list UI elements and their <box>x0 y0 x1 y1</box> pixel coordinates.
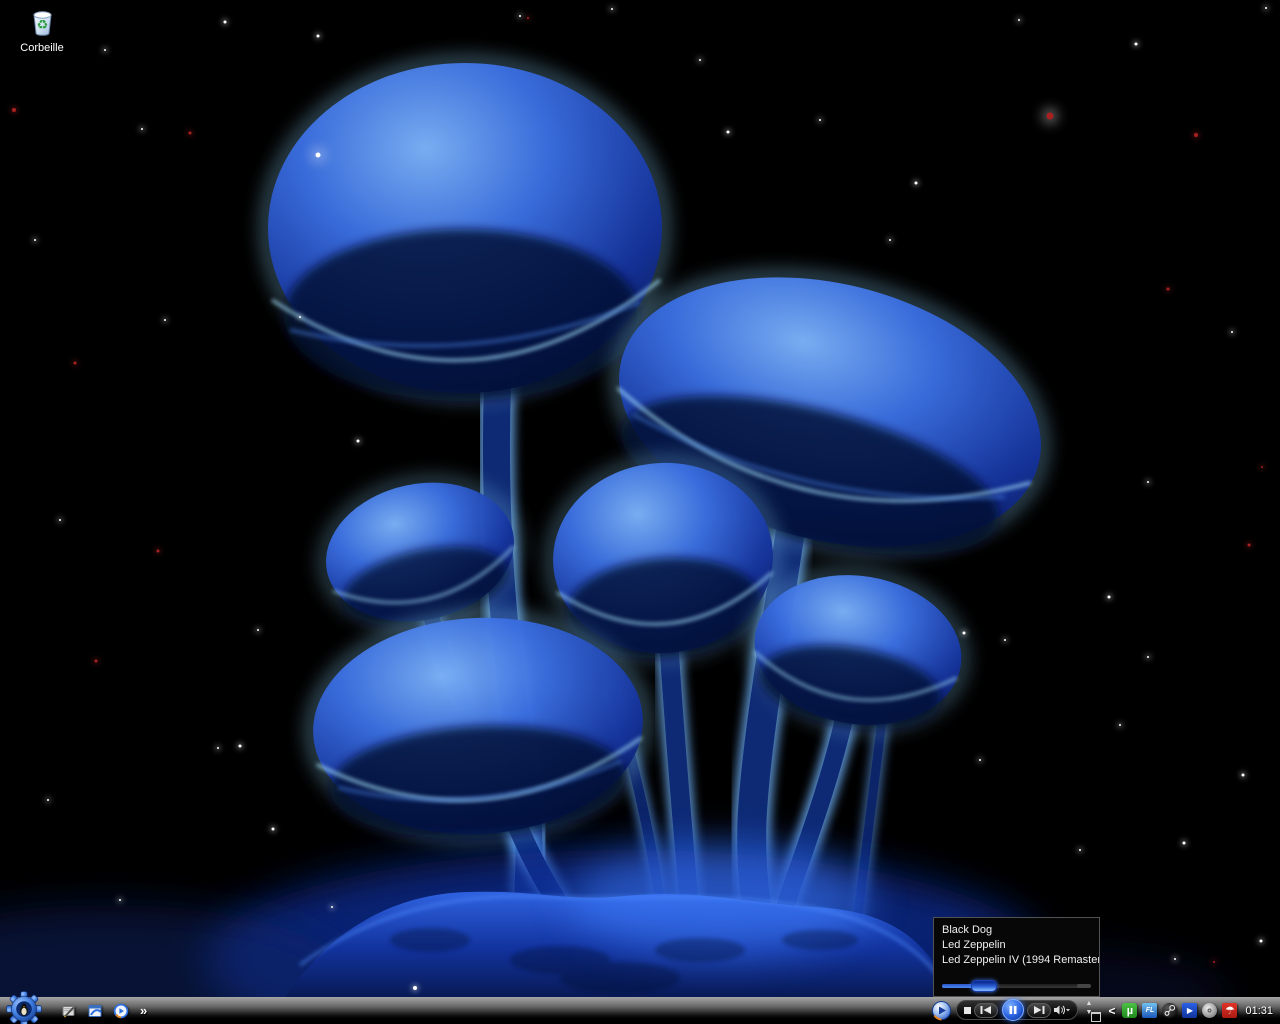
media-player-icon <box>113 1003 129 1019</box>
fl-studio-tray-icon[interactable]: FL <box>1142 1003 1157 1018</box>
recycle-bin-icon: ♻ <box>25 6 59 38</box>
volume-icon <box>1053 1004 1071 1016</box>
next-button[interactable] <box>1027 1003 1051 1018</box>
neon-mushrooms-wallpaper <box>0 0 1280 1024</box>
media-controls <box>956 1000 1078 1020</box>
previous-button[interactable] <box>974 1003 998 1018</box>
track-artist: Led Zeppelin <box>942 938 1093 953</box>
band-restore-button[interactable] <box>1091 1012 1101 1022</box>
disc-tray-icon[interactable] <box>1202 1003 1217 1018</box>
media-playing-tray-icon[interactable]: ▶ <box>1182 1003 1197 1018</box>
stop-icon <box>963 1006 972 1015</box>
seek-track-end <box>1077 984 1091 988</box>
desktop: ♻ Corbeille Black Dog Led Zeppelin Led Z… <box>0 0 1280 1024</box>
taskbar-clock[interactable]: 01:31 <box>1245 1005 1273 1017</box>
chevron-up-icon: ▲ <box>1086 1000 1093 1007</box>
media-player-taskband: ▲ ▼ <box>928 997 1104 1024</box>
quick-launch-overflow-chevron[interactable]: » <box>138 1003 149 1018</box>
disc-center-icon <box>1203 1004 1216 1017</box>
quick-launch-app-button[interactable] <box>86 1002 103 1019</box>
steam-tray-icon[interactable] <box>1162 1003 1177 1018</box>
show-desktop-icon <box>61 1003 77 1019</box>
track-album: Led Zeppelin IV (1994 Remaster <box>942 953 1093 968</box>
seek-slider[interactable] <box>942 983 1091 989</box>
avira-tray-icon[interactable]: ☂ <box>1222 1003 1237 1018</box>
utorrent-tray-icon[interactable]: µ <box>1122 1003 1137 1018</box>
next-icon <box>1032 1005 1046 1015</box>
wmp-logo-icon <box>931 1000 952 1021</box>
show-desktop-button[interactable] <box>60 1002 77 1019</box>
start-button[interactable] <box>4 991 44 1024</box>
now-playing-popup: Black Dog Led Zeppelin Led Zeppelin IV (… <box>933 917 1100 997</box>
taskbar: » <box>0 997 1280 1024</box>
recycle-bin-label: Corbeille <box>20 42 63 54</box>
pause-icon <box>1008 1005 1018 1015</box>
svg-text:♻: ♻ <box>37 18 49 33</box>
tray-collapse-chevron[interactable]: < <box>1108 1004 1115 1018</box>
gear-start-icon <box>4 991 44 1024</box>
media-player-launch-button[interactable] <box>112 1002 129 1019</box>
pause-button[interactable] <box>1002 999 1024 1021</box>
volume-button[interactable] <box>1053 1004 1071 1016</box>
system-tray: < µ FL ▶ <box>1108 997 1280 1024</box>
stop-button[interactable] <box>963 1006 972 1015</box>
progress-thumb[interactable] <box>971 980 997 992</box>
recycle-bin-desktop-icon[interactable]: ♻ Corbeille <box>10 6 74 56</box>
previous-icon <box>979 1005 993 1015</box>
quick-launch-bar: » <box>60 997 149 1024</box>
steam-piston-icon <box>1163 1004 1176 1017</box>
track-title: Black Dog <box>942 923 1093 938</box>
app-window-icon <box>87 1003 103 1019</box>
